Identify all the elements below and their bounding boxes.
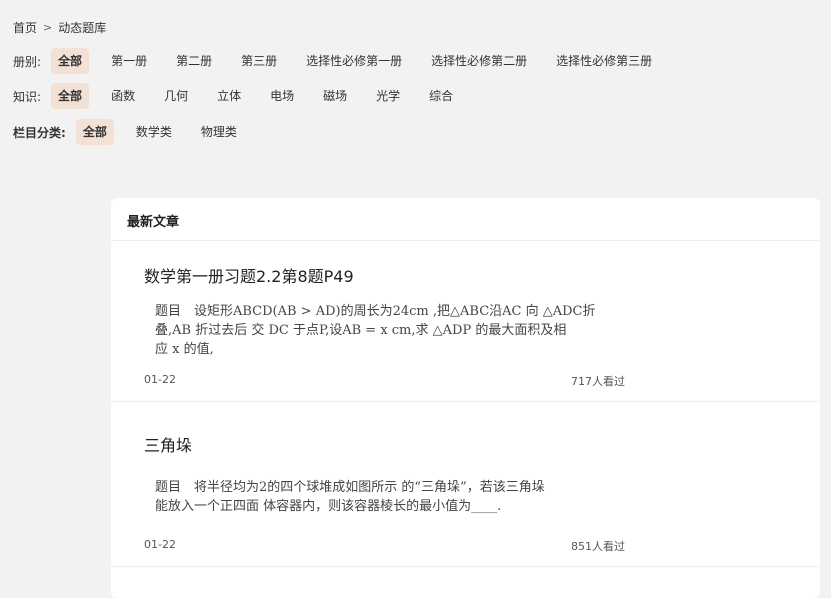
article-body: 题目 将半径均为2的四个球堆成如图所示 的“三角垛”，若该三角垛 能放入一个正四…	[155, 478, 615, 516]
chip-knowledge-optics[interactable]: 光学	[369, 83, 407, 109]
chip-knowledge-solid[interactable]: 立体	[210, 83, 248, 109]
chip-knowledge-geometry[interactable]: 几何	[157, 83, 195, 109]
chip-volume-book3[interactable]: 第三册	[234, 48, 284, 74]
breadcrumb-home-link[interactable]: 首页	[13, 19, 37, 36]
article-title[interactable]: 数学第一册习题2.2第8题P49	[144, 263, 354, 287]
article-card[interactable]: 数学第一册习题2.2第8题P49 题目 设矩形ABCD(AB > AD)的周长为…	[111, 241, 820, 401]
article-body-line: 能放入一个正四面 体容器内，则该容器棱长的最小值为____.	[155, 499, 502, 514]
chip-knowledge-electric-field[interactable]: 电场	[263, 83, 301, 109]
latest-articles-panel: 最新文章 数学第一册习题2.2第8题P49 题目 设矩形ABCD(AB > AD…	[111, 198, 820, 598]
article-body-line: 题目 设矩形ABCD(AB > AD)的周长为24cm ,把△ABC沿AC 向 …	[155, 304, 596, 319]
chip-category-physics[interactable]: 物理类	[194, 119, 244, 145]
chip-knowledge-magnetic-field[interactable]: 磁场	[316, 83, 354, 109]
filter-row-category: 栏目分类: 全部 数学类 物理类	[13, 119, 259, 145]
chip-knowledge-function[interactable]: 函数	[104, 83, 142, 109]
chip-volume-elective1[interactable]: 选择性必修第一册	[299, 48, 409, 74]
breadcrumb-current: 动态题库	[58, 21, 107, 35]
article-date: 01-22	[144, 538, 176, 551]
article-body-line: 题目 将半径均为2的四个球堆成如图所示 的“三角垛”，若该三角垛	[155, 480, 545, 495]
filter-label-knowledge: 知识:	[13, 89, 42, 104]
article-divider	[111, 566, 820, 567]
chip-category-all[interactable]: 全部	[75, 119, 114, 145]
chip-volume-book2[interactable]: 第二册	[169, 48, 219, 74]
filter-label-volume: 册别:	[13, 54, 42, 69]
article-card[interactable]: 三角垛 题目 将半径均为2的四个球堆成如图所示 的“三角垛”，若该三角垛 能放入…	[111, 402, 820, 567]
chip-volume-all[interactable]: 全部	[51, 48, 90, 74]
chip-volume-book1[interactable]: 第一册	[104, 48, 154, 74]
filter-label-category: 栏目分类:	[13, 125, 66, 140]
breadcrumb: 首页 > 动态题库	[13, 19, 106, 36]
chip-knowledge-all[interactable]: 全部	[51, 83, 90, 109]
chip-knowledge-comprehensive[interactable]: 综合	[422, 83, 460, 109]
breadcrumb-separator: >	[43, 21, 53, 34]
article-body-line: 应 x 的值,	[155, 342, 214, 357]
article-view-count: 851人看过	[571, 540, 625, 553]
article-date: 01-22	[144, 373, 176, 386]
panel-title: 最新文章	[127, 215, 180, 230]
article-body-line: 叠,AB 折过去后 交 DC 于点P,设AB = x cm,求 △ADP 的最大…	[155, 323, 567, 338]
article-view-count: 717人看过	[571, 375, 625, 388]
article-title[interactable]: 三角垛	[144, 432, 192, 456]
filter-row-knowledge: 知识: 全部 函数 几何 立体 电场 磁场 光学 综合	[13, 83, 475, 109]
chip-category-math[interactable]: 数学类	[129, 119, 179, 145]
chip-volume-elective2[interactable]: 选择性必修第二册	[424, 48, 534, 74]
article-body: 题目 设矩形ABCD(AB > AD)的周长为24cm ,把△ABC沿AC 向 …	[155, 302, 615, 359]
chip-volume-elective3[interactable]: 选择性必修第三册	[549, 48, 659, 74]
filter-row-volume: 册别: 全部 第一册 第二册 第三册 选择性必修第一册 选择性必修第二册 选择性…	[13, 48, 674, 74]
